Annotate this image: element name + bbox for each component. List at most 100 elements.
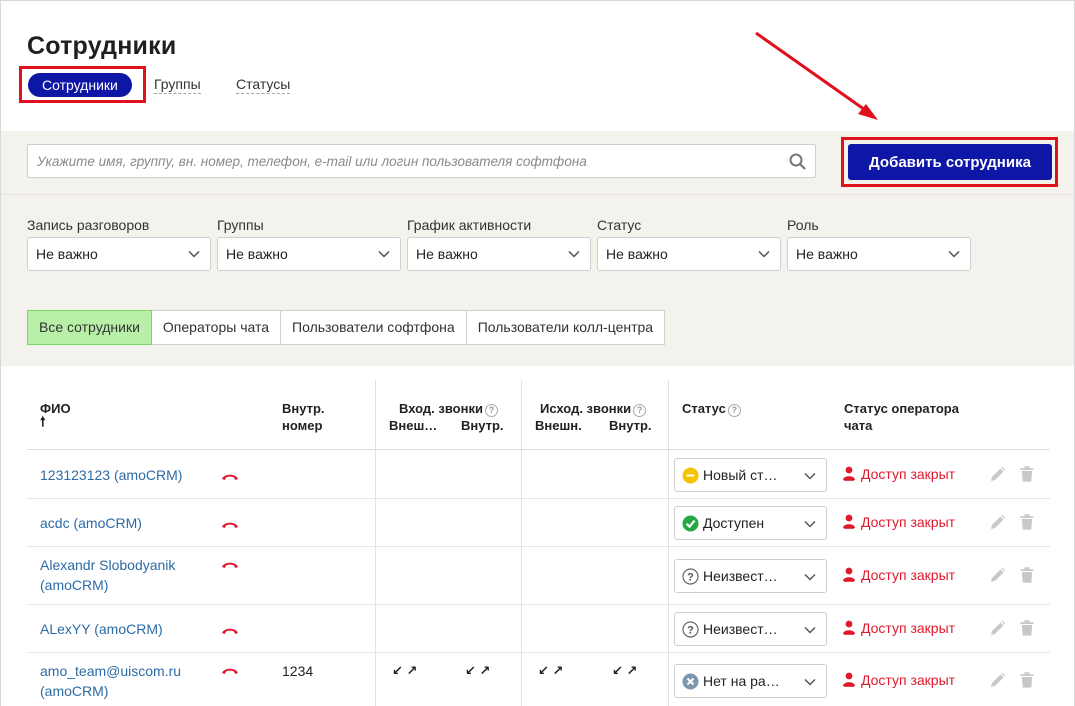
chevron-down-icon [568, 250, 580, 258]
chevron-down-icon [758, 250, 770, 258]
column-header-chat-status: Статус оператора чата [844, 400, 959, 434]
help-icon[interactable]: ? [633, 404, 647, 417]
column-header-name[interactable]: ФИО 🠕 [40, 400, 71, 429]
tab-statuses-label: Статусы [236, 76, 291, 94]
hangup-phone-icon [222, 474, 238, 481]
status-select[interactable]: Новый ст… [674, 458, 827, 492]
sort-arrow-icon: 🠕 [40, 414, 46, 429]
employee-name-link[interactable]: ALexYY (amoCRM) [40, 619, 163, 639]
filter-value: Не важно [416, 246, 478, 262]
column-header-incoming-internal: Внутр. [461, 418, 504, 433]
filter-select[interactable]: Не важно [27, 237, 211, 271]
employee-name-line1: 123123123 (amoCRM) [40, 467, 183, 483]
person-icon [843, 672, 855, 687]
trash-icon[interactable] [1020, 620, 1034, 636]
chat-status-link[interactable]: Доступ закрыт [842, 514, 955, 530]
column-header-outgoing: Исход. звонки? [540, 400, 647, 417]
chat-status-link[interactable]: Доступ закрыт [842, 567, 955, 583]
status-value: Доступен [703, 515, 765, 531]
filter-label: Статус [597, 217, 642, 233]
status-available-icon [682, 515, 699, 532]
filter-select[interactable]: Не важно [217, 237, 401, 271]
help-icon[interactable]: ? [727, 404, 741, 417]
outgoing-internal-icons[interactable]: ↙ ↗ [612, 663, 637, 679]
filter-select[interactable]: Не важно [597, 237, 781, 271]
column-header-ext-line2: номер [282, 418, 323, 433]
chat-status-link[interactable]: Доступ закрыт [842, 620, 955, 636]
filter-select[interactable]: Не важно [407, 237, 591, 271]
status-select[interactable]: ? Неизвест… [674, 612, 827, 646]
segment-all-employees[interactable]: Все сотрудники [27, 310, 152, 345]
trash-icon[interactable] [1020, 672, 1034, 688]
trash-icon[interactable] [1020, 567, 1034, 583]
filter-call-recording: Запись разговоров Не важно [27, 217, 211, 271]
help-icon[interactable]: ? [484, 404, 498, 417]
segment-chat-operators[interactable]: Операторы чата [150, 310, 282, 345]
segment-call-center-users[interactable]: Пользователи колл-центра [465, 310, 666, 345]
column-header-status-label: Статус [682, 401, 726, 416]
outgoing-external-icons[interactable]: ↙ ↗ [538, 663, 563, 679]
pencil-icon[interactable] [989, 567, 1006, 584]
column-header-outgoing-external: Внешн. [535, 418, 582, 433]
segment-softphone-users[interactable]: Пользователи софтфона [280, 310, 467, 345]
chevron-down-icon [804, 520, 816, 528]
chat-status-label: Доступ закрыт [861, 567, 956, 583]
incoming-internal-icons[interactable]: ↙ ↗ [465, 663, 490, 679]
extension-number: 1234 [282, 663, 314, 679]
employee-name-link[interactable]: amo_team@uiscom.ru (amoCRM) [40, 661, 181, 701]
chat-status-label: Доступ закрыт [861, 620, 956, 636]
pencil-icon[interactable] [989, 672, 1006, 689]
search-icon[interactable] [789, 153, 806, 170]
column-header-outgoing-label: Исход. звонки [540, 401, 632, 416]
chat-status-link[interactable]: Доступ закрыт [842, 466, 955, 482]
person-icon [843, 514, 855, 529]
column-divider [668, 380, 669, 450]
filter-status: Статус Не важно [597, 217, 781, 271]
employee-name-line1: acdc (amoCRM) [40, 515, 142, 531]
column-header-ext: Внутр. номер [282, 400, 325, 434]
pencil-icon[interactable] [989, 514, 1006, 531]
chevron-down-icon [804, 573, 816, 581]
filter-value: Не важно [606, 246, 668, 262]
person-icon [843, 567, 855, 582]
status-unknown-icon: ? [682, 621, 699, 638]
hangup-phone-icon [222, 668, 238, 675]
chevron-down-icon [948, 250, 960, 258]
tab-groups[interactable]: Группы [154, 76, 201, 94]
status-value: Новый ст… [703, 467, 778, 483]
status-away-icon [682, 673, 699, 690]
search-input[interactable] [28, 145, 783, 177]
incoming-external-icons[interactable]: ↙ ↗ [392, 663, 417, 679]
hangup-phone-icon [222, 628, 238, 635]
svg-text:?: ? [687, 572, 694, 584]
filter-label: График активности [407, 217, 532, 233]
status-select[interactable]: Доступен [674, 506, 827, 540]
pencil-icon[interactable] [989, 620, 1006, 637]
filter-groups: Группы Не важно [217, 217, 401, 271]
employee-name-link[interactable]: 123123123 (amoCRM) [40, 465, 182, 485]
employee-name-line1: ALexYY (amoCRM) [40, 621, 163, 637]
chevron-down-icon [188, 250, 200, 258]
trash-icon[interactable] [1020, 466, 1034, 482]
page-title: Сотрудники [27, 32, 177, 60]
highlight-box-add [841, 137, 1058, 187]
employee-name-link[interactable]: acdc (amoCRM) [40, 513, 142, 533]
pencil-icon[interactable] [989, 466, 1006, 483]
chat-status-link[interactable]: Доступ закрыт [842, 672, 955, 688]
employee-name-line2: (amoCRM) [40, 577, 109, 593]
column-header-status: Статус? [682, 400, 741, 417]
status-unknown-icon: ? [682, 568, 699, 585]
status-select[interactable]: ? Неизвест… [674, 559, 827, 593]
employee-type-switcher: Все сотрудники Операторы чата Пользовате… [27, 310, 666, 345]
filter-label: Роль [787, 217, 819, 233]
person-icon [843, 620, 855, 635]
employee-name-link[interactable]: Alexandr Slobodyanik (amoCRM) [40, 555, 175, 595]
person-icon [843, 466, 855, 481]
tab-groups-label: Группы [154, 76, 201, 94]
filter-role: Роль Не важно [787, 217, 971, 271]
trash-icon[interactable] [1020, 514, 1034, 530]
filter-select[interactable]: Не важно [787, 237, 971, 271]
employee-name-line1: Alexandr Slobodyanik [40, 557, 176, 573]
tab-statuses[interactable]: Статусы [236, 76, 291, 94]
status-select[interactable]: Нет на ра… [674, 664, 827, 698]
